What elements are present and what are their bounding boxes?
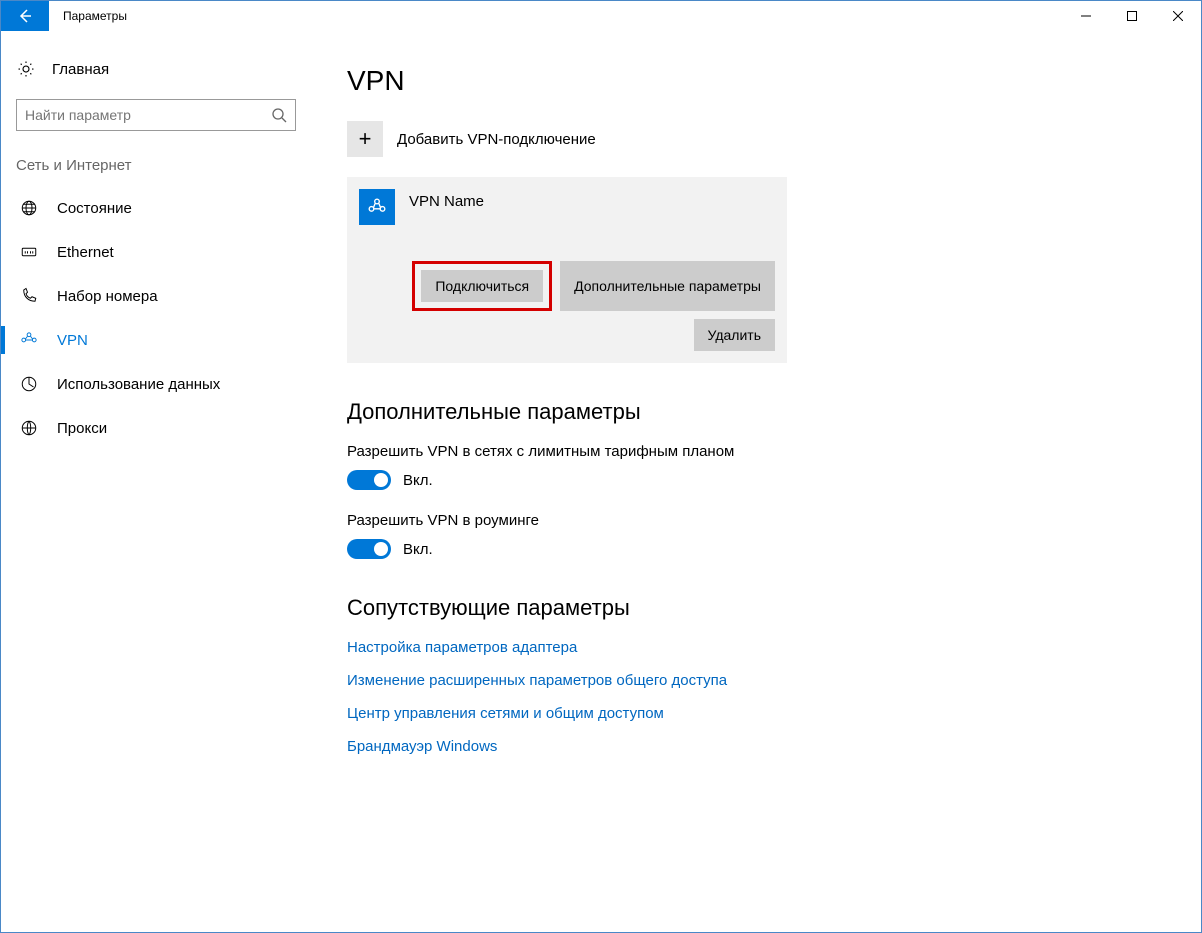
sidebar-item-label: VPN bbox=[57, 332, 88, 349]
globe-icon bbox=[19, 198, 39, 218]
toggle-state: Вкл. bbox=[403, 472, 433, 489]
back-button[interactable] bbox=[1, 1, 49, 31]
related-section-heading: Сопутствующие параметры bbox=[347, 595, 1201, 621]
toggle-label: Разрешить VPN в роуминге bbox=[347, 512, 1201, 529]
link-network-center[interactable]: Центр управления сетями и общим доступом bbox=[347, 705, 1201, 722]
toggle-metered: Разрешить VPN в сетях с лимитным тарифны… bbox=[347, 443, 1201, 490]
toggle-roaming: Разрешить VPN в роуминге Вкл. bbox=[347, 512, 1201, 559]
sidebar-item-label: Ethernet bbox=[57, 244, 114, 261]
content-area: VPN + Добавить VPN-подключение VPN Name … bbox=[311, 31, 1201, 932]
toggle-switch-roaming[interactable] bbox=[347, 539, 391, 559]
search-icon bbox=[271, 107, 287, 123]
data-usage-icon bbox=[19, 374, 39, 394]
window-title: Параметры bbox=[49, 1, 1063, 31]
sidebar-home-label: Главная bbox=[52, 61, 109, 78]
vpn-connection-name: VPN Name bbox=[409, 189, 484, 210]
toggle-state: Вкл. bbox=[403, 541, 433, 558]
add-vpn-label: Добавить VPN-подключение bbox=[397, 131, 596, 148]
highlight-annotation: Подключиться bbox=[412, 261, 552, 311]
connect-button[interactable]: Подключиться bbox=[421, 270, 543, 302]
maximize-button[interactable] bbox=[1109, 1, 1155, 31]
advanced-options-button[interactable]: Дополнительные параметры bbox=[560, 261, 775, 311]
vpn-connection-card[interactable]: VPN Name Подключиться Дополнительные пар… bbox=[347, 177, 787, 363]
link-adapter-settings[interactable]: Настройка параметров адаптера bbox=[347, 639, 1201, 656]
add-vpn-row[interactable]: + Добавить VPN-подключение bbox=[347, 121, 1201, 157]
sidebar: Главная Сеть и Интернет Состояние Ethern… bbox=[1, 31, 311, 932]
plus-icon: + bbox=[347, 121, 383, 157]
back-arrow-icon bbox=[17, 8, 33, 24]
proxy-icon bbox=[19, 418, 39, 438]
search-input[interactable] bbox=[25, 107, 271, 123]
advanced-section-heading: Дополнительные параметры bbox=[347, 399, 1201, 425]
gear-icon bbox=[16, 59, 36, 79]
delete-button[interactable]: Удалить bbox=[694, 319, 775, 351]
sidebar-item-label: Состояние bbox=[57, 200, 132, 217]
sidebar-item-label: Прокси bbox=[57, 420, 107, 437]
link-firewall[interactable]: Брандмауэр Windows bbox=[347, 738, 1201, 755]
toggle-label: Разрешить VPN в сетях с лимитным тарифны… bbox=[347, 443, 1201, 460]
sidebar-item-datausage[interactable]: Использование данных bbox=[1, 362, 311, 406]
sidebar-item-label: Использование данных bbox=[57, 376, 220, 393]
vpn-icon bbox=[19, 330, 39, 350]
phone-icon bbox=[19, 286, 39, 306]
vpn-connection-icon bbox=[359, 189, 395, 225]
close-button[interactable] bbox=[1155, 1, 1201, 31]
sidebar-item-label: Набор номера bbox=[57, 288, 158, 305]
title-bar: Параметры bbox=[1, 1, 1201, 31]
link-sharing-settings[interactable]: Изменение расширенных параметров общего … bbox=[347, 672, 1201, 689]
sidebar-home[interactable]: Главная bbox=[1, 51, 311, 87]
minimize-button[interactable] bbox=[1063, 1, 1109, 31]
sidebar-item-status[interactable]: Состояние bbox=[1, 186, 311, 230]
sidebar-item-dialup[interactable]: Набор номера bbox=[1, 274, 311, 318]
toggle-switch-metered[interactable] bbox=[347, 470, 391, 490]
sidebar-section-title: Сеть и Интернет bbox=[1, 151, 311, 186]
search-box[interactable] bbox=[16, 99, 296, 131]
sidebar-item-ethernet[interactable]: Ethernet bbox=[1, 230, 311, 274]
page-title: VPN bbox=[347, 65, 1201, 97]
window-controls bbox=[1063, 1, 1201, 31]
ethernet-icon bbox=[19, 242, 39, 262]
sidebar-item-vpn[interactable]: VPN bbox=[1, 318, 311, 362]
sidebar-item-proxy[interactable]: Прокси bbox=[1, 406, 311, 450]
